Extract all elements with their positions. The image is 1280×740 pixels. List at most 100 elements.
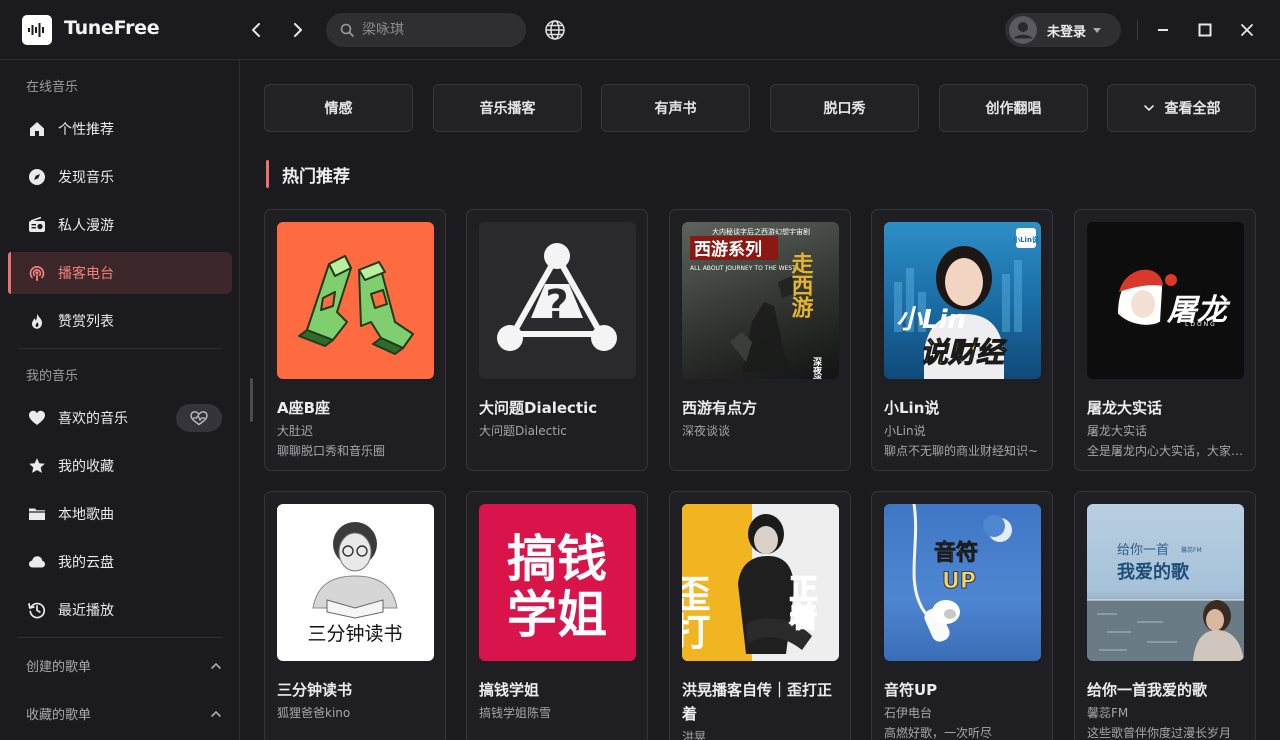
podcast-card[interactable]: 大内秘谈字后之西游幻想宇宙剧 西游系列 ALL ABOUT JOURNEY TO…: [669, 209, 851, 471]
podcast-card[interactable]: 搞钱 学姐 搞钱学姐 搞钱学姐陈雪: [466, 491, 648, 740]
podcast-icon: [28, 264, 46, 282]
podcast-card[interactable]: ? 大问题Dialectic 大问题Dialectic: [466, 209, 648, 471]
sidebar-item-label: 个性推荐: [58, 122, 114, 138]
search-icon: [340, 23, 354, 37]
section-title-online: 在线音乐: [26, 80, 79, 95]
cover-text: 给你一首: [1117, 543, 1169, 558]
sidebar: 在线音乐 个性推荐 发现音乐 私人漫游 播客电台 赞赏列表 我的音乐 喜欢的音乐…: [0, 60, 240, 740]
podcast-cover: 给你一首 我爱的歌 馨蕊FM: [1087, 504, 1244, 661]
sidebar-item-favorites[interactable]: 我的收藏: [8, 445, 232, 487]
view-all-button[interactable]: 查看全部: [1107, 84, 1256, 132]
card-desc: 高燃好歌，一次听尽: [884, 726, 993, 740]
card-desc: 全是屠龙内心大实话，大家一起聊聊: [1087, 444, 1249, 458]
podcast-card[interactable]: 歪打 正着 洪晃播客自传｜歪打正着 洪晃: [669, 491, 851, 740]
sidebar-item-discover[interactable]: 发现音乐: [8, 156, 232, 198]
category-cover[interactable]: 创作翻唱: [939, 84, 1088, 132]
divider: [1137, 20, 1138, 40]
user-icon: [1010, 17, 1036, 43]
sidebar-item-label: 我的云盘: [58, 555, 114, 571]
section-header: 热门推荐: [266, 160, 350, 188]
cover-text: 深夜谈谈: [811, 356, 823, 379]
back-button[interactable]: [247, 20, 267, 40]
cover-art-dialectic: ?: [497, 243, 617, 351]
cover-text: 走西游: [788, 252, 814, 319]
top-bar: TuneFree 未登录: [0, 0, 1280, 60]
podcast-cover: 屠龙 LDONG: [1087, 222, 1244, 379]
card-desc: 聊点不无聊的商业财经知识~: [884, 444, 1039, 458]
podcast-card[interactable]: A座B座 大肚迟 聊聊脱口秀和音乐圈: [264, 209, 446, 471]
podcast-cover: [277, 222, 434, 379]
card-author: 洪晃: [682, 730, 707, 740]
history-icon: [28, 601, 46, 619]
close-button[interactable]: [1237, 20, 1257, 40]
collected-playlists-header[interactable]: 收藏的歌单: [26, 704, 222, 723]
search-box[interactable]: [326, 13, 526, 47]
sidebar-item-fm[interactable]: 私人漫游: [8, 204, 232, 246]
category-talkshow[interactable]: 脱口秀: [770, 84, 919, 132]
cover-text: 说财经: [920, 336, 1008, 369]
podcast-card[interactable]: 小Lin说 小Lin 说财经 小Lin说 小Lin说 聊点不无聊的商业财经知识~: [871, 209, 1053, 471]
chevron-down-icon: [1143, 105, 1154, 112]
card-author: 小Lin说: [884, 424, 926, 438]
sidebar-item-appreciate[interactable]: 赞赏列表: [8, 300, 232, 342]
card-author: 大肚迟: [277, 424, 314, 438]
podcast-card[interactable]: 给你一首 我爱的歌 馨蕊FM 给你一首我爱的歌 馨蕊FM 这些歌曾伴你度过漫长岁…: [1074, 491, 1256, 740]
search-input[interactable]: [362, 22, 512, 38]
main-content: 情感 音乐播客 有声书 脱口秀 创作翻唱 查看全部 热门推荐 A座B座 大肚迟 …: [241, 60, 1280, 740]
cover-text: 大内秘谈字后之西游幻想宇宙剧: [712, 227, 810, 236]
card-title: A座B座: [277, 399, 331, 417]
cover-text: 三分钟读书: [307, 623, 402, 645]
cover-art-yinfu-up: 音符 UP: [912, 504, 1012, 642]
category-audiobook[interactable]: 有声书: [601, 84, 750, 132]
maximize-button[interactable]: [1195, 20, 1215, 40]
cover-text: 馨蕊FM: [1181, 546, 1202, 554]
card-title: 洪晃播客自传｜歪打正着: [682, 681, 833, 723]
app-name: TuneFree: [64, 17, 160, 39]
podcast-card[interactable]: 音符 UP 音符UP 石伊电台 高燃好歌，一次听尽: [871, 491, 1053, 740]
sidebar-item-label: 我的收藏: [58, 459, 114, 475]
maximize-icon: [1198, 23, 1212, 37]
podcast-cover: 搞钱 学姐: [479, 504, 636, 661]
sidebar-item-podcast[interactable]: 播客电台: [8, 252, 232, 294]
chevron-left-icon: [252, 23, 260, 37]
sidebar-item-cloud[interactable]: 我的云盘: [8, 541, 232, 583]
sidebar-item-history[interactable]: 最近播放: [8, 589, 232, 631]
cover-art-hongcheng: 歪打 正着: [682, 504, 819, 661]
minimize-icon: [1158, 29, 1168, 31]
sidebar-item-recommend[interactable]: 个性推荐: [8, 108, 232, 150]
card-desc: 聊聊脱口秀和音乐圈: [277, 444, 386, 458]
radio-icon: [28, 216, 46, 234]
divider: [18, 348, 222, 349]
heart-mode-button[interactable]: [176, 404, 222, 432]
card-title: 音符UP: [884, 681, 938, 699]
heart-icon: [28, 409, 46, 427]
cover-text: 小Lin: [896, 305, 966, 335]
sidebar-item-local[interactable]: 本地歌曲: [8, 493, 232, 535]
cover-text: 西游系列: [694, 239, 762, 260]
podcast-card[interactable]: 三分钟读书 三分钟读书 狐狸爸爸kino: [264, 491, 446, 740]
cloud-icon: [28, 553, 46, 571]
chevron-up-icon: [211, 662, 221, 669]
category-emotion[interactable]: 情感: [264, 84, 413, 132]
collected-playlists-title: 收藏的歌单: [26, 708, 92, 723]
chevron-right-icon: [294, 23, 302, 37]
cover-text: 歪打: [682, 574, 710, 650]
user-name: 未登录: [1047, 24, 1087, 40]
sidebar-item-liked[interactable]: 喜欢的音乐: [8, 397, 176, 439]
home-icon: [28, 120, 46, 138]
podcast-cover: 三分钟读书: [277, 504, 434, 661]
podcast-cover: 歪打 正着: [682, 504, 839, 661]
sidebar-item-label: 赞赏列表: [58, 314, 114, 330]
star-icon: [28, 457, 46, 475]
created-playlists-header[interactable]: 创建的歌单: [26, 656, 222, 675]
podcast-cover: ?: [479, 222, 636, 379]
compass-icon: [28, 168, 46, 186]
forward-button[interactable]: [287, 20, 307, 40]
minimize-button[interactable]: [1153, 20, 1173, 40]
language-button[interactable]: [544, 19, 566, 41]
user-menu[interactable]: 未登录: [1005, 13, 1121, 47]
category-music-podcast[interactable]: 音乐播客: [433, 84, 582, 132]
podcast-card[interactable]: 屠龙 LDONG 屠龙大实话 屠龙大实话 全是屠龙内心大实话，大家一起聊聊: [1074, 209, 1256, 471]
card-author: 屠龙大实话: [1087, 424, 1148, 438]
cover-text: 我爱的歌: [1117, 561, 1190, 583]
